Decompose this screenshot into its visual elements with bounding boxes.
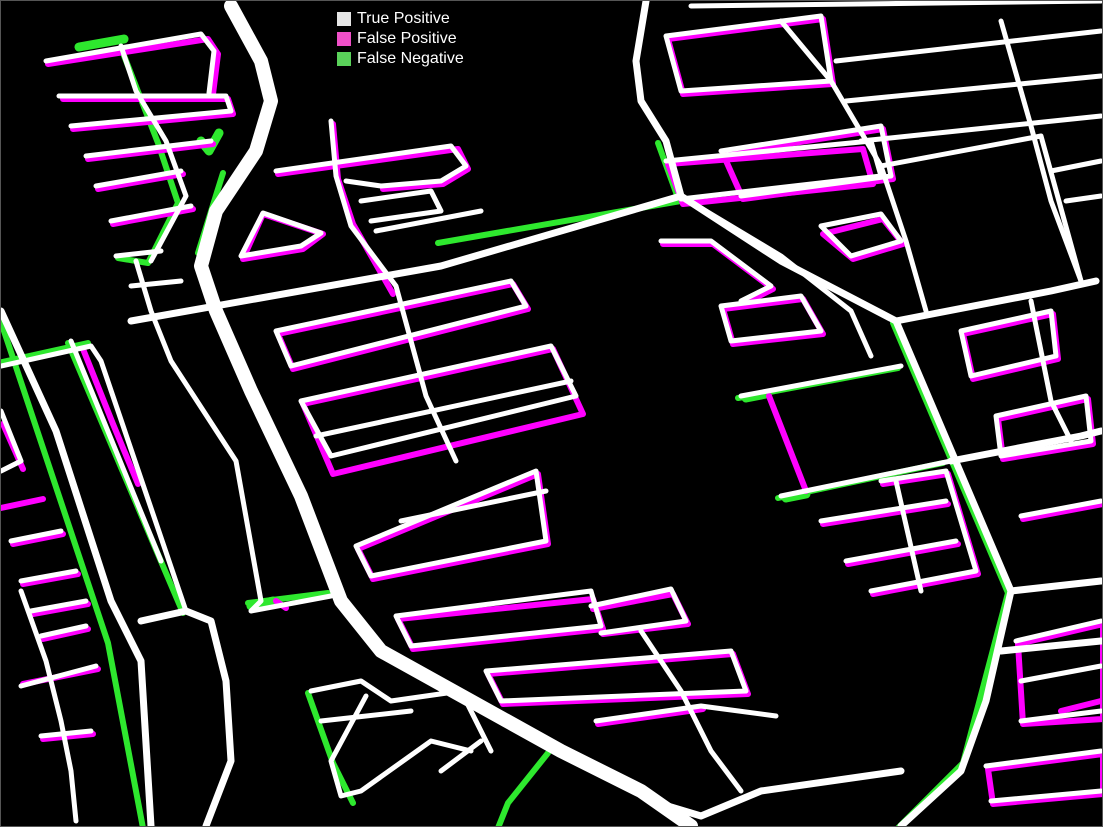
segmentation-map: True Positive False Positive False Negat… [0, 0, 1103, 827]
legend-label-false-positive: False Positive [357, 30, 457, 47]
false-negative-layer [1, 50, 1011, 826]
legend-label-true-positive: True Positive [357, 10, 450, 27]
road-network-overlay [1, 1, 1102, 826]
legend-item-false-positive: False Positive [337, 29, 464, 49]
false-positive-swatch [337, 32, 351, 46]
legend-label-false-negative: False Negative [357, 50, 464, 67]
legend-item-true-positive: True Positive [337, 9, 464, 29]
false-negative-patches [74, 34, 811, 611]
true-positive-swatch [337, 12, 351, 26]
legend-item-false-negative: False Negative [337, 49, 464, 69]
legend: True Positive False Positive False Negat… [337, 9, 464, 69]
false-negative-swatch [337, 52, 351, 66]
